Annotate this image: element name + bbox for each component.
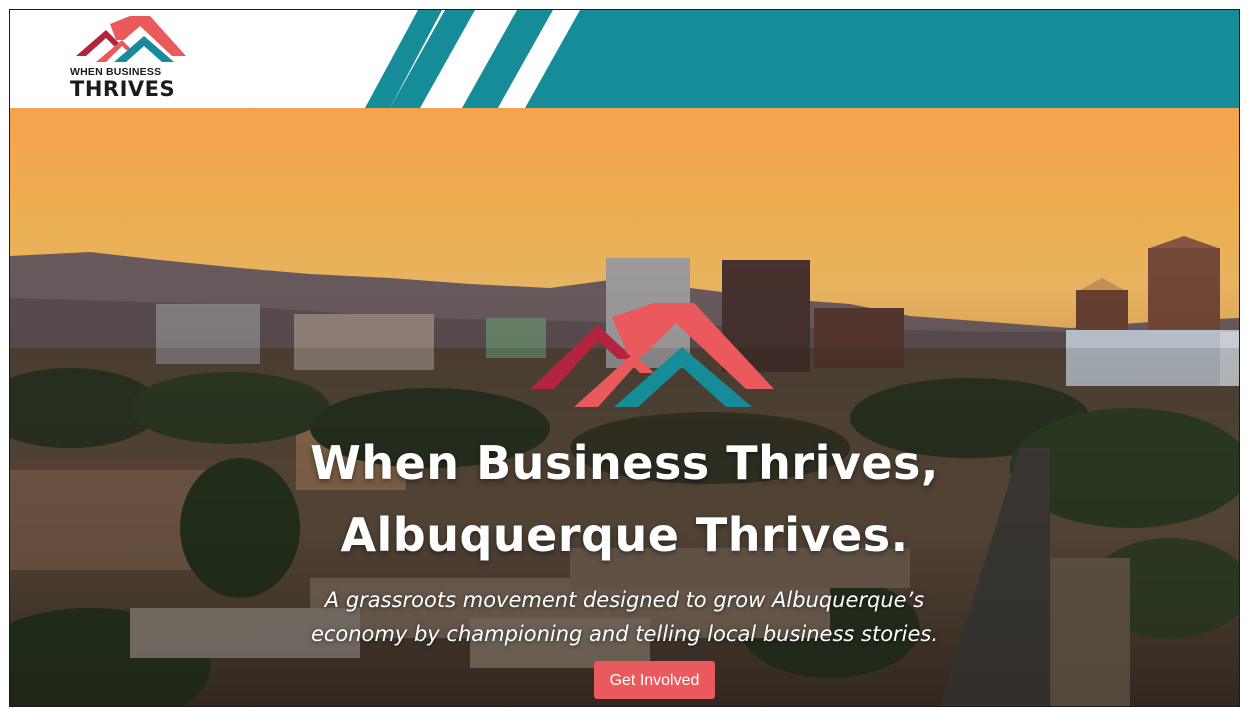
page-frame: WHEN BUSINESS THRIVES When Business Thri… [9, 9, 1240, 707]
hero-section: When Business Thrives, Albuquerque Thriv… [10, 108, 1239, 706]
hero-tagline-line1: A grassroots movement designed to grow A… [324, 588, 925, 612]
hero-headline-line2: Albuquerque Thrives. [340, 508, 909, 562]
mountain-chevrons-icon [76, 16, 186, 62]
header-teal-banner [365, 10, 1239, 108]
logo-text-line2: THRIVES [70, 77, 176, 101]
get-involved-button[interactable]: Get Involved [594, 661, 715, 699]
site-logo[interactable]: WHEN BUSINESS THRIVES [70, 16, 190, 102]
hero-logo-mark-icon [530, 303, 774, 407]
hero-tagline-line2: economy by championing and telling local… [310, 622, 939, 646]
site-header: WHEN BUSINESS THRIVES [10, 10, 1239, 108]
hero-headline-line1: When Business Thrives, [310, 436, 939, 490]
